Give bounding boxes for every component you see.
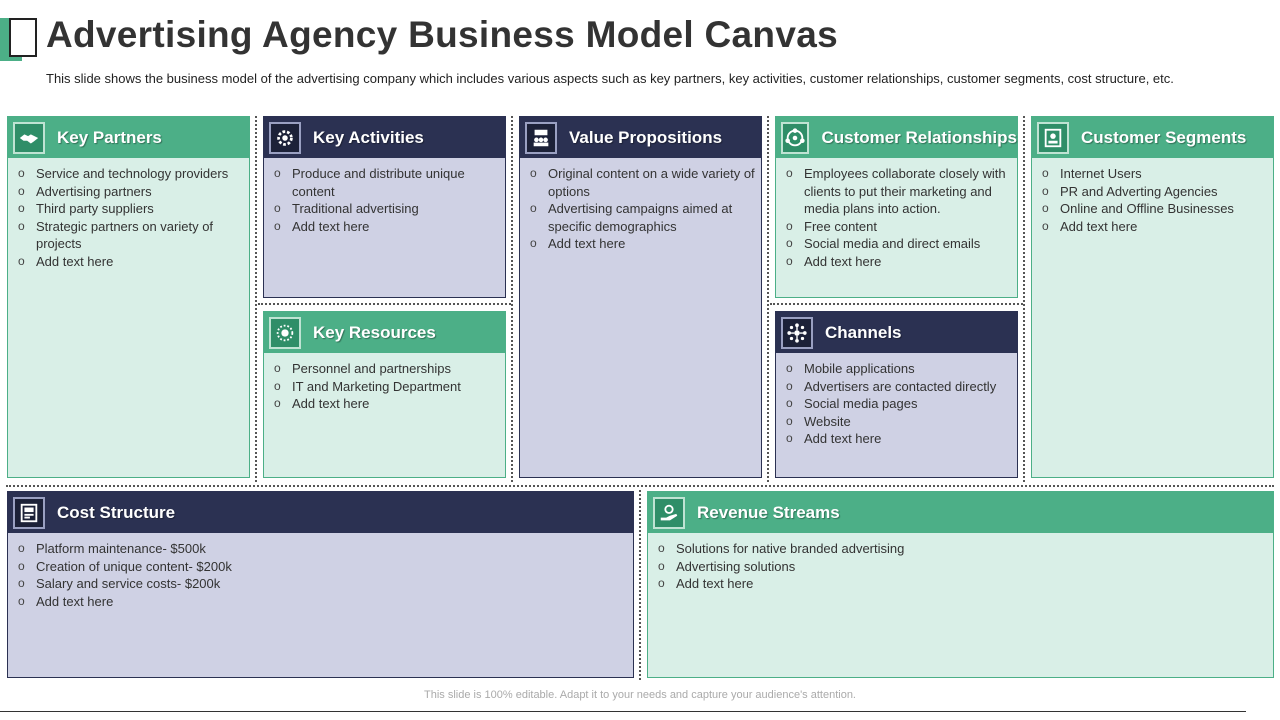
key-resources-list: Personnel and partnerships IT and Market…	[274, 360, 499, 413]
list-item: Add text here	[786, 253, 1011, 271]
list-item: Solutions for native branded advertising	[658, 540, 1267, 558]
resources-icon	[269, 316, 301, 349]
key-partners-list: Service and technology providers Adverti…	[18, 165, 243, 271]
revenue-streams-title: Revenue Streams	[697, 502, 840, 522]
title-marker	[9, 18, 37, 57]
separator-2	[511, 116, 513, 482]
key-resources-header: Key Resources	[264, 312, 505, 353]
customer-relationships-list: Employees collaborate closely with clien…	[786, 165, 1011, 271]
list-item: Add text here	[274, 395, 499, 413]
channels-header: Channels	[776, 312, 1017, 353]
list-item: Advertisers are contacted directly	[786, 378, 1011, 396]
list-item: Advertising campaigns aimed at specific …	[530, 200, 755, 235]
gear-icon	[269, 121, 301, 154]
key-partners-block: Key Partners Service and technology prov…	[7, 116, 250, 478]
list-item: Strategic partners on variety of project…	[18, 218, 243, 253]
revenue-streams-header: Revenue Streams	[648, 492, 1273, 533]
list-item: Website	[786, 413, 1011, 431]
list-item: Free content	[786, 218, 1011, 236]
key-resources-block: Key Resources Personnel and partnerships…	[263, 311, 506, 478]
footer-note: This slide is 100% editable. Adapt it to…	[424, 689, 856, 701]
key-activities-title: Key Activities	[313, 127, 424, 147]
separator-4	[1023, 116, 1025, 482]
cost-icon	[13, 496, 45, 529]
list-item: Personnel and partnerships	[274, 360, 499, 378]
list-item: Salary and service costs- $200k	[18, 575, 627, 593]
list-item: Advertising solutions	[658, 558, 1267, 576]
page-title: Advertising Agency Business Model Canvas	[46, 14, 838, 55]
key-resources-title: Key Resources	[313, 322, 436, 342]
separator-6	[770, 303, 1023, 305]
customer-relationships-block: Customer Relationships Employees collabo…	[775, 116, 1018, 298]
page-subtitle: This slide shows the business model of t…	[46, 71, 1174, 86]
list-item: Add text here	[658, 575, 1267, 593]
segments-icon	[1037, 121, 1069, 154]
list-item: Social media and direct emails	[786, 235, 1011, 253]
list-item: IT and Marketing Department	[274, 378, 499, 396]
cost-structure-list: Platform maintenance- $500k Creation of …	[18, 540, 627, 610]
list-item: Social media pages	[786, 395, 1011, 413]
customer-segments-list: Internet Users PR and Adverting Agencies…	[1042, 165, 1267, 235]
list-item: Platform maintenance- $500k	[18, 540, 627, 558]
list-item: Mobile applications	[786, 360, 1011, 378]
separator-3	[767, 116, 769, 482]
revenue-icon	[653, 496, 685, 529]
list-item: Internet Users	[1042, 165, 1267, 183]
list-item: Add text here	[18, 593, 627, 611]
list-item: Third party suppliers	[18, 200, 243, 218]
customer-segments-header: Customer Segments	[1032, 117, 1273, 158]
cost-structure-header: Cost Structure	[8, 492, 633, 533]
footer-line	[0, 711, 1246, 712]
customer-segments-block: Customer Segments Internet Users PR and …	[1031, 116, 1274, 478]
list-item: Add text here	[1042, 218, 1267, 236]
network-icon	[781, 316, 813, 349]
separator-8	[639, 490, 641, 680]
list-item: Add text here	[18, 253, 243, 271]
list-item: Creation of unique content- $200k	[18, 558, 627, 576]
revenue-streams-list: Solutions for native branded advertising…	[658, 540, 1267, 593]
relationship-icon	[781, 121, 810, 154]
separator-7	[6, 485, 1274, 487]
list-item: Add text here	[274, 218, 499, 236]
customer-relationships-header: Customer Relationships	[776, 117, 1017, 158]
key-partners-header: Key Partners	[8, 117, 249, 158]
separator-1	[255, 116, 257, 482]
customer-relationships-title: Customer Relationships	[821, 127, 1017, 147]
list-item: Traditional advertising	[274, 200, 499, 218]
list-item: PR and Adverting Agencies	[1042, 183, 1267, 201]
value-propositions-list: Original content on a wide variety of op…	[530, 165, 755, 253]
channels-block: Channels Mobile applications Advertisers…	[775, 311, 1018, 478]
list-item: Add text here	[786, 430, 1011, 448]
key-activities-list: Produce and distribute unique content Tr…	[274, 165, 499, 235]
list-item: Service and technology providers	[18, 165, 243, 183]
cost-structure-block: Cost Structure Platform maintenance- $50…	[7, 491, 634, 678]
list-item: Advertising partners	[18, 183, 243, 201]
separator-5	[258, 303, 511, 305]
key-partners-title: Key Partners	[57, 127, 162, 147]
revenue-streams-block: Revenue Streams Solutions for native bra…	[647, 491, 1274, 678]
key-activities-block: Key Activities Produce and distribute un…	[263, 116, 506, 298]
channels-title: Channels	[825, 322, 902, 342]
list-item: Employees collaborate closely with clien…	[786, 165, 1011, 218]
key-activities-header: Key Activities	[264, 117, 505, 158]
team-icon	[525, 121, 557, 154]
value-propositions-title: Value Propositions	[569, 127, 723, 147]
channels-list: Mobile applications Advertisers are cont…	[786, 360, 1011, 448]
value-propositions-header: Value Propositions	[520, 117, 761, 158]
list-item: Add text here	[530, 235, 755, 253]
list-item: Original content on a wide variety of op…	[530, 165, 755, 200]
list-item: Produce and distribute unique content	[274, 165, 499, 200]
cost-structure-title: Cost Structure	[57, 502, 176, 522]
handshake-icon	[13, 121, 45, 154]
customer-segments-title: Customer Segments	[1081, 127, 1247, 147]
value-propositions-block: Value Propositions Original content on a…	[519, 116, 762, 478]
list-item: Online and Offline Businesses	[1042, 200, 1267, 218]
